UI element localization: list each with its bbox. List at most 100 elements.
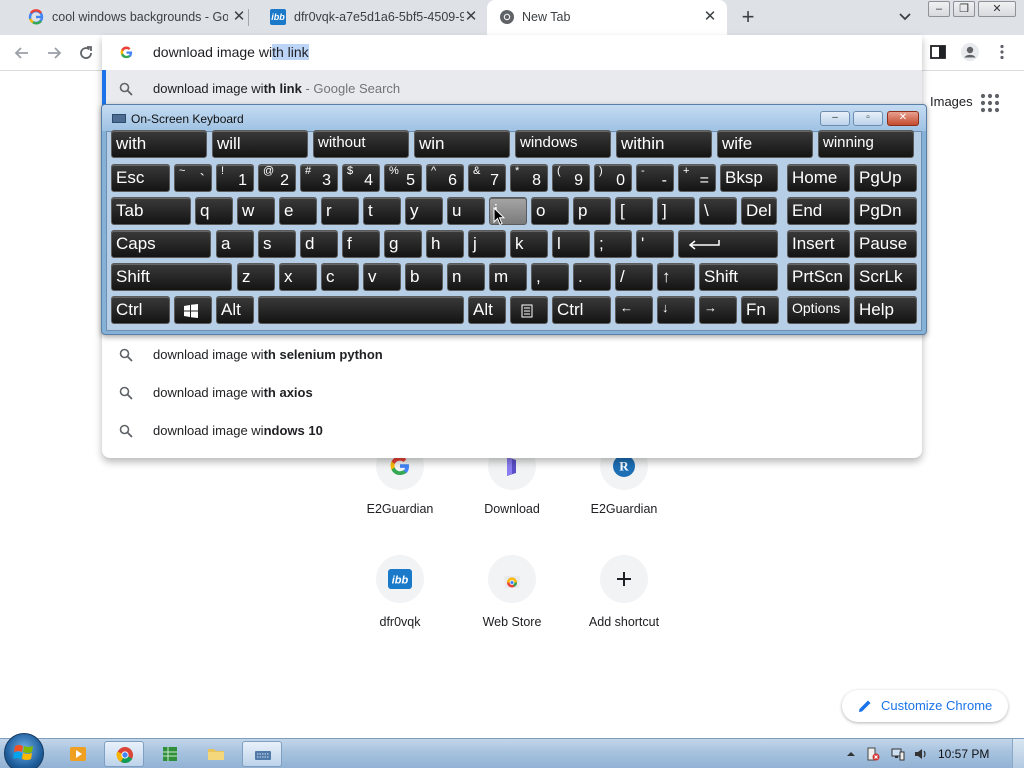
key-m[interactable]: m — [489, 263, 527, 291]
key-space[interactable] — [258, 296, 464, 324]
key-pgup[interactable]: PgUp — [854, 164, 917, 192]
key-esc[interactable]: Esc — [111, 164, 170, 192]
word-suggestion-winning[interactable]: winning — [818, 130, 914, 158]
key-z[interactable]: z — [237, 263, 275, 291]
images-link[interactable]: Images — [930, 94, 973, 109]
chevron-down-icon[interactable] — [896, 8, 914, 26]
key-j[interactable]: j — [468, 230, 506, 258]
key-right-arrow[interactable]: → — [699, 296, 737, 324]
key-1[interactable]: ! 1 — [216, 164, 254, 192]
start-button[interactable] — [4, 733, 44, 768]
shortcut-tile[interactable]: E2Guardian — [344, 442, 456, 554]
key-quote[interactable]: ' — [636, 230, 674, 258]
omnibox-text[interactable]: download image with link — [153, 44, 309, 60]
key-options[interactable]: Options — [787, 296, 850, 324]
word-suggestion-without[interactable]: without — [313, 130, 409, 158]
key-menu[interactable] — [510, 296, 548, 324]
key-down-arrow[interactable]: ↓ — [657, 296, 695, 324]
word-suggestion-with[interactable]: with — [111, 130, 207, 158]
key-shift-left[interactable]: Shift — [111, 263, 232, 291]
key-t[interactable]: t — [363, 197, 401, 225]
key-l[interactable]: l — [552, 230, 590, 258]
word-suggestion-windows[interactable]: windows — [515, 130, 611, 158]
word-suggestion-will[interactable]: will — [212, 130, 308, 158]
key-o[interactable]: o — [531, 197, 569, 225]
key-p[interactable]: p — [573, 197, 611, 225]
key-prtscn[interactable]: PrtScn — [787, 263, 850, 291]
key-alt-right[interactable]: Alt — [468, 296, 506, 324]
key-symbol[interactable]: + = — [678, 164, 716, 192]
close-tab-icon[interactable]: ✕ — [230, 8, 248, 26]
key-y[interactable]: y — [405, 197, 443, 225]
key-symbol[interactable]: -- — [636, 164, 674, 192]
word-suggestion-win[interactable]: win — [414, 130, 510, 158]
google-apps-icon[interactable] — [980, 93, 1000, 113]
key-pgdn[interactable]: PgDn — [854, 197, 917, 225]
key-close-bracket[interactable]: ] — [657, 197, 695, 225]
word-suggestion-within[interactable]: within — [616, 130, 712, 158]
taskbar-osk[interactable] — [242, 741, 282, 767]
key-4[interactable]: $4 — [342, 164, 380, 192]
tab-dfr0vqk[interactable]: ibb dfr0vqk-a7e5d1a6-5bf5-4509-9c ✕ — [250, 0, 486, 35]
key-enter[interactable] — [678, 230, 778, 258]
shortcut-tile[interactable]: Download — [456, 442, 568, 554]
minimize-button[interactable]: – — [928, 1, 950, 17]
key-pause[interactable]: Pause — [854, 230, 917, 258]
key-s[interactable]: s — [258, 230, 296, 258]
more-menu-icon[interactable] — [992, 42, 1012, 62]
key-a[interactable]: a — [216, 230, 254, 258]
osk-title-bar[interactable]: On-Screen Keyboard – ▫ ✕ — [102, 105, 926, 131]
shortcut-tile[interactable]: R E2Guardian — [568, 442, 680, 554]
key-alt-left[interactable]: Alt — [216, 296, 254, 324]
suggestion-row[interactable]: download image with selenium python — [102, 336, 922, 374]
key-v[interactable]: v — [363, 263, 401, 291]
key-r[interactable]: r — [321, 197, 359, 225]
key-x[interactable]: x — [279, 263, 317, 291]
key-n[interactable]: n — [447, 263, 485, 291]
customize-chrome-button[interactable]: Customize Chrome — [842, 690, 1008, 722]
back-button[interactable] — [10, 41, 34, 65]
key-5[interactable]: % 5 — [384, 164, 422, 192]
key-left-arrow[interactable]: ← — [615, 296, 653, 324]
tab-new-tab[interactable]: New Tab ✕ — [487, 0, 727, 35]
key-help[interactable]: Help — [854, 296, 917, 324]
key-3[interactable]: #3 — [300, 164, 338, 192]
reload-button[interactable] — [74, 41, 98, 65]
network-icon[interactable] — [891, 747, 905, 761]
key-q[interactable]: q — [195, 197, 233, 225]
key-c[interactable]: c — [321, 263, 359, 291]
action-center-icon[interactable] — [866, 747, 880, 761]
new-tab-button[interactable]: + — [736, 6, 760, 30]
taskbar-media-player[interactable] — [58, 741, 98, 767]
shortcut-tile[interactable]: Web Store — [456, 555, 568, 667]
key-b[interactable]: b — [405, 263, 443, 291]
key-bksp[interactable]: Bksp — [720, 164, 778, 192]
volume-icon[interactable] — [914, 747, 928, 761]
suggestion-row[interactable]: download image windows 10 — [102, 412, 922, 450]
key-0[interactable]: ) 0 — [594, 164, 632, 192]
key-insert[interactable]: Insert — [787, 230, 850, 258]
key-symbol[interactable]: ~ ` — [174, 164, 212, 192]
show-hidden-icons-icon[interactable] — [844, 747, 858, 761]
key-scrlk[interactable]: ScrLk — [854, 263, 917, 291]
key-del[interactable]: Del — [741, 197, 777, 225]
shortcut-tile[interactable]: ibb dfr0vqk — [344, 555, 456, 667]
key-comma[interactable]: , — [531, 263, 569, 291]
key-ctrl-right[interactable]: Ctrl — [552, 296, 611, 324]
taskbar-spreadsheet[interactable] — [150, 741, 190, 767]
key-caps[interactable]: Caps — [111, 230, 211, 258]
taskbar-chrome[interactable] — [104, 741, 144, 767]
suggestion-row[interactable]: download image with axios — [102, 374, 922, 412]
add-shortcut-button[interactable]: Add shortcut — [568, 555, 680, 667]
key-u[interactable]: u — [447, 197, 485, 225]
key-open-bracket[interactable]: [ — [615, 197, 653, 225]
key-tab[interactable]: Tab — [111, 197, 191, 225]
key-9[interactable]: (9 — [552, 164, 590, 192]
key-up-arrow[interactable]: ↑ — [657, 263, 695, 291]
key-backslash[interactable]: \ — [699, 197, 737, 225]
key-6[interactable]: ^ 6 — [426, 164, 464, 192]
key-ctrl-left[interactable]: Ctrl — [111, 296, 170, 324]
word-suggestion-wife[interactable]: wife — [717, 130, 813, 158]
side-panel-icon[interactable] — [928, 42, 948, 62]
clock[interactable]: 10:57 PM — [938, 747, 989, 761]
